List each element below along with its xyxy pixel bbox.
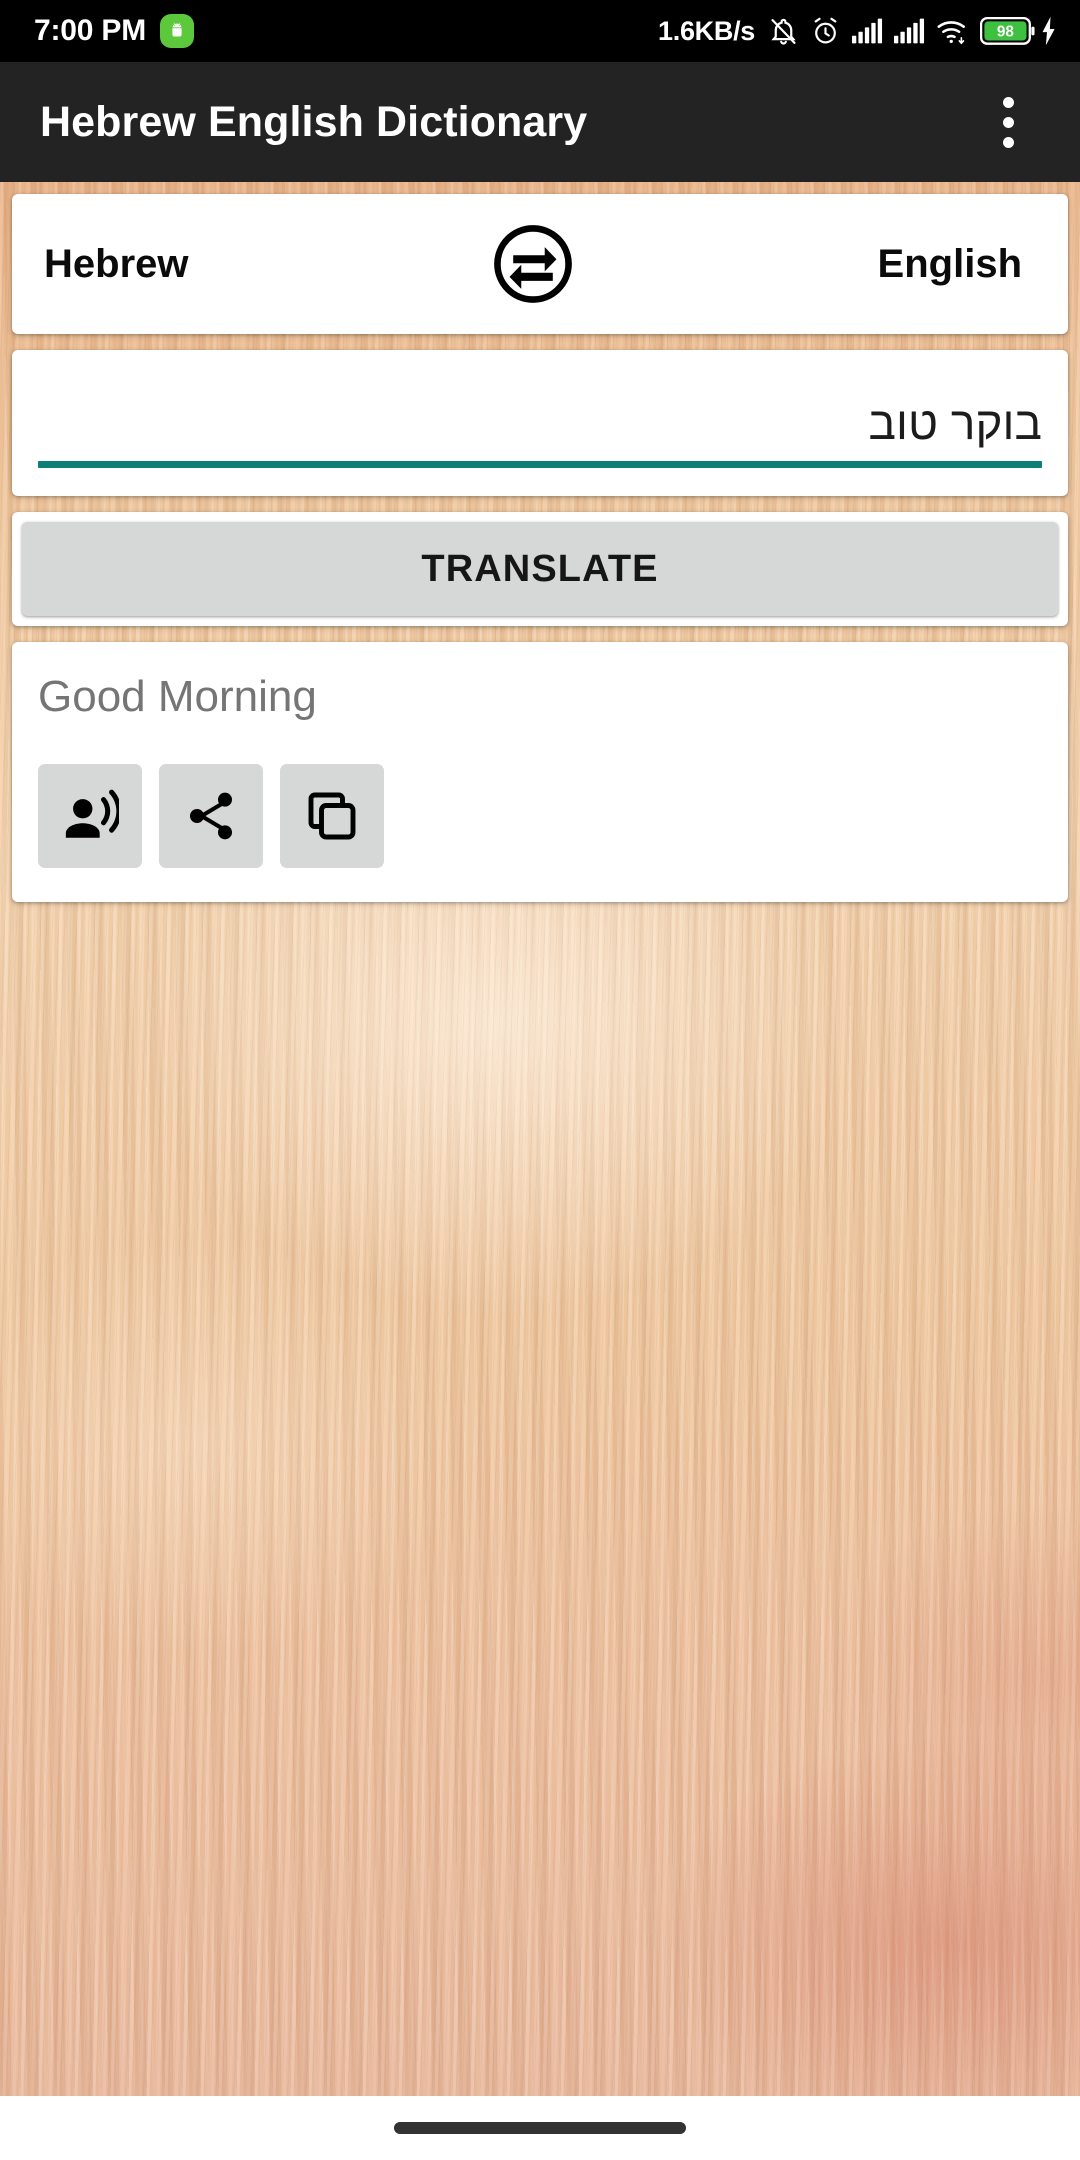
network-speed-text: 1.6KB/s <box>658 15 755 46</box>
alarm-icon <box>810 16 841 47</box>
result-card: Good Morning <box>12 642 1068 902</box>
copy-button[interactable] <box>280 764 384 868</box>
page-title: Hebrew English Dictionary <box>40 97 588 146</box>
battery-icon: 98 <box>980 16 1058 46</box>
source-language-label[interactable]: Hebrew <box>32 242 485 287</box>
overflow-dot-3 <box>1002 136 1014 148</box>
share-button[interactable] <box>159 764 263 868</box>
charging-bolt-icon <box>1039 16 1058 46</box>
battery-percent-text: 98 <box>997 24 1015 41</box>
target-language-label[interactable]: English <box>581 242 1048 287</box>
status-clock: 7:00 PM <box>34 14 146 47</box>
translated-text: Good Morning <box>38 672 317 721</box>
phone-screen: 7:00 PM 1.6KB/s 98 Hebrew English Dictio… <box>0 0 1080 2160</box>
swap-languages-button[interactable] <box>485 216 581 312</box>
android-head-icon <box>159 14 194 48</box>
language-selector-card: Hebrew English <box>12 194 1068 334</box>
signal-bars-sim1-icon <box>852 17 883 45</box>
record-voice-over-icon <box>65 789 119 838</box>
main-content: Hebrew English בוקר טוב TRANSLATE Good M… <box>0 182 1080 2096</box>
source-text-input[interactable]: בוקר טוב <box>38 398 1042 461</box>
wifi-icon <box>936 16 969 46</box>
swap-horizontal-circle-icon <box>494 225 572 303</box>
signal-bars-sim2-icon <box>894 17 925 45</box>
share-icon <box>190 792 232 840</box>
overflow-dot-2 <box>1002 116 1014 128</box>
translator-panel: Hebrew English בוקר טוב TRANSLATE Good M… <box>0 182 1080 902</box>
overflow-dot-1 <box>1002 96 1014 108</box>
status-bar-left: 7:00 PM <box>34 14 194 48</box>
content-copy-icon <box>308 792 356 840</box>
translate-card: TRANSLATE <box>12 512 1068 626</box>
notifications-off-icon <box>768 16 799 47</box>
translate-button[interactable]: TRANSLATE <box>22 522 1058 616</box>
app-bar: Hebrew English Dictionary <box>0 62 1080 182</box>
speak-button[interactable] <box>38 764 142 868</box>
status-bar-right: 1.6KB/s 98 <box>658 16 1058 47</box>
home-gesture-pill[interactable] <box>394 2122 686 2134</box>
input-underline <box>38 461 1042 468</box>
input-card: בוקר טוב <box>12 350 1068 496</box>
status-bar: 7:00 PM 1.6KB/s 98 <box>0 0 1080 62</box>
gesture-nav-bar <box>0 2096 1080 2160</box>
result-action-bar <box>38 764 1042 868</box>
overflow-menu-button[interactable] <box>966 80 1050 164</box>
